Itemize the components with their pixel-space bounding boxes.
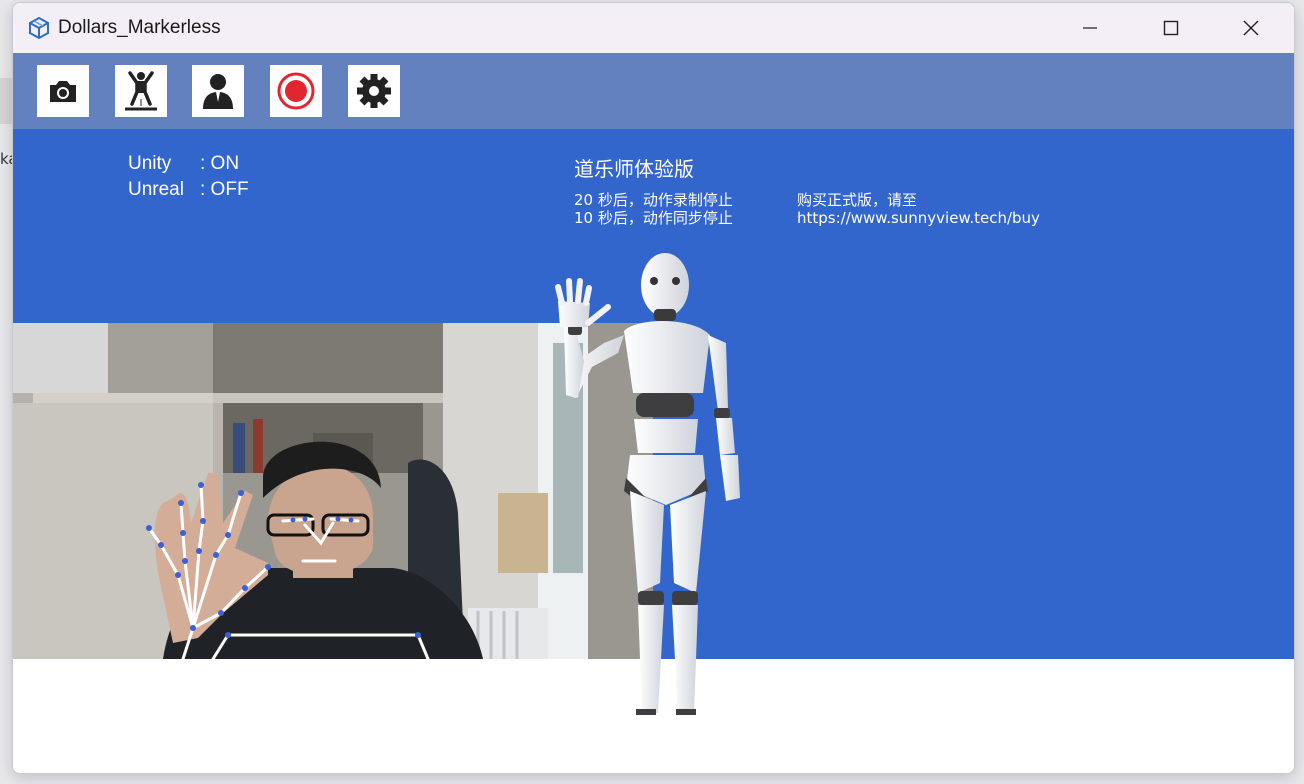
body-pose-icon	[125, 71, 157, 111]
title-bar[interactable]: Dollars_Markerless	[13, 3, 1294, 53]
close-icon	[1243, 20, 1259, 36]
camera-icon	[50, 81, 76, 102]
character-button[interactable]	[192, 65, 244, 117]
camera-button[interactable]	[37, 65, 89, 117]
purchase-link[interactable]: https://www.sunnyview.tech/buy	[797, 209, 1040, 227]
maximize-icon	[1163, 20, 1179, 36]
record-button[interactable]	[270, 65, 322, 117]
close-button[interactable]	[1211, 3, 1291, 53]
pose-button[interactable]	[115, 65, 167, 117]
unity-status-value: : ON	[200, 153, 240, 174]
app-window: Dollars_Markerless Unity: ON Unreal: O…	[12, 2, 1295, 774]
minimize-icon	[1083, 27, 1097, 29]
toolbar	[13, 53, 1294, 129]
record-icon	[277, 72, 315, 110]
sync-stop-notice: 10 秒后，动作同步停止	[574, 209, 733, 227]
unreal-status-value: : OFF	[200, 179, 249, 200]
person-icon	[203, 74, 233, 109]
unreal-label: Unreal	[128, 179, 184, 200]
window-title: Dollars_Markerless	[58, 17, 221, 38]
purchase-prompt: 购买正式版，请至	[797, 191, 918, 209]
maximize-button[interactable]	[1131, 3, 1211, 53]
minimize-button[interactable]	[1050, 3, 1130, 53]
settings-button[interactable]	[348, 65, 400, 117]
gear-icon	[357, 74, 391, 108]
app-logo-icon	[29, 16, 49, 40]
avatar-robot-figure	[555, 253, 740, 749]
record-stop-notice: 20 秒后，动作录制停止	[574, 191, 733, 209]
unity-label: Unity	[128, 153, 172, 174]
engine-status: Unity : ON Unreal : OFF	[128, 151, 249, 203]
trial-version-title: 道乐师体验版	[574, 157, 694, 181]
